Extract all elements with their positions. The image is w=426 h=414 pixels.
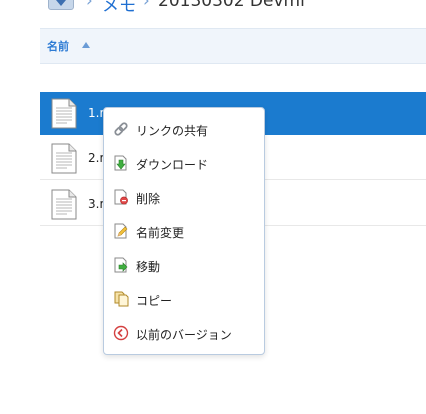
delete-icon <box>114 189 128 205</box>
menu-item-label: 削除 <box>136 192 161 206</box>
sort-ascending-icon[interactable] <box>82 42 90 48</box>
menu-item-previous-versions[interactable]: 以前のバージョン <box>104 318 264 348</box>
document-icon <box>51 143 77 174</box>
breadcrumb-separator-icon: › <box>143 0 150 11</box>
menu-item-label: 名前変更 <box>136 226 185 240</box>
rename-icon <box>114 223 128 239</box>
menu-item-label: 以前のバージョン <box>136 328 232 342</box>
menu-item-label: コピー <box>136 294 173 308</box>
history-icon <box>113 325 129 341</box>
breadcrumb-current: 20130302 Devml <box>158 0 305 11</box>
column-header-name[interactable]: 名前 <box>47 38 69 54</box>
breadcrumb-separator-icon: › <box>86 0 93 11</box>
menu-item-move[interactable]: 移動 <box>104 250 264 280</box>
menu-item-download[interactable]: ダウンロード <box>104 148 264 178</box>
link-icon <box>114 122 128 136</box>
menu-item-copy[interactable]: コピー <box>104 284 264 314</box>
menu-item-label: ダウンロード <box>136 158 209 172</box>
download-icon <box>114 155 127 171</box>
chevron-down-icon <box>56 0 66 6</box>
menu-item-share-link[interactable]: リンクの共有 <box>104 114 264 144</box>
breadcrumb-link[interactable]: メモ <box>102 0 136 12</box>
move-icon <box>114 257 128 273</box>
breadcrumb: › メモ › 20130302 Devml <box>0 0 426 12</box>
menu-item-rename[interactable]: 名前変更 <box>104 216 264 246</box>
document-icon <box>51 189 77 220</box>
menu-item-label: リンクの共有 <box>136 124 209 138</box>
copy-icon <box>114 291 129 307</box>
column-header: 名前 <box>40 28 426 64</box>
document-icon <box>51 98 77 129</box>
context-menu: リンクの共有 ダウンロード 削除 名前変更 移動 コピー 以前のバージョン <box>103 107 265 355</box>
folder-dropdown-button[interactable] <box>48 0 74 10</box>
menu-item-label: 移動 <box>136 260 161 274</box>
menu-item-delete[interactable]: 削除 <box>104 182 264 212</box>
